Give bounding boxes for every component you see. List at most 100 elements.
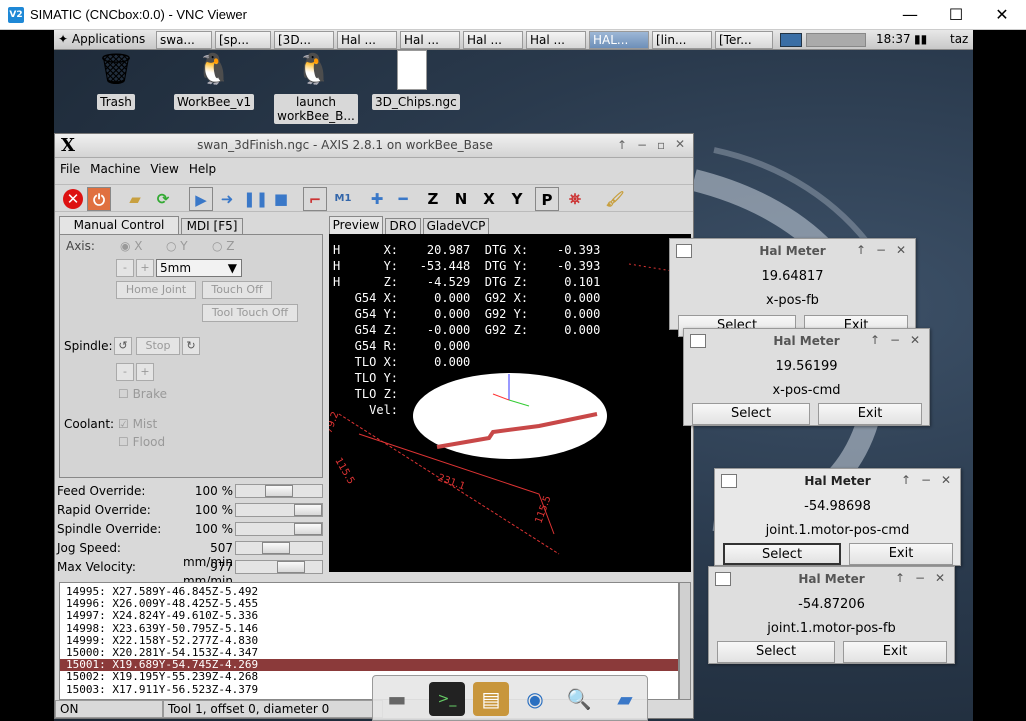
pause-icon[interactable]: ❚❚ (243, 187, 268, 211)
slider-handle[interactable] (262, 542, 291, 554)
open-file-icon[interactable]: ▰ (123, 187, 147, 211)
user-name[interactable]: taz (950, 32, 968, 46)
window-minimize-icon[interactable]: − (921, 473, 931, 487)
window-close-icon[interactable]: ✕ (675, 137, 685, 151)
terminal-icon[interactable]: >_ (429, 682, 465, 716)
menu-file[interactable]: File (55, 160, 85, 178)
slider-track[interactable] (235, 560, 323, 574)
task-button[interactable]: Hal ... (463, 31, 523, 49)
folder-icon[interactable]: ▰ (607, 682, 643, 716)
slider-handle[interactable] (294, 523, 322, 535)
menu-view[interactable]: View (145, 160, 183, 178)
window-up-icon[interactable]: ↑ (901, 473, 911, 487)
window-up-icon[interactable]: ↑ (617, 138, 627, 152)
slider-track[interactable] (235, 484, 323, 498)
optional-stop-icon[interactable]: M1 (331, 187, 355, 211)
task-button[interactable]: swa... (156, 31, 212, 49)
tab-preview[interactable]: Preview (329, 216, 383, 234)
task-button[interactable]: [lin... (652, 31, 712, 49)
preview-canvas[interactable]: 231.1 115.5 115.5 79.2 H X: 20.987 DTG X… (329, 234, 691, 572)
view-z2-icon[interactable]: N (449, 187, 473, 211)
slider-handle[interactable] (265, 485, 293, 497)
spindle-cw-icon[interactable]: ↻ (182, 337, 200, 355)
home-joint-button[interactable]: Home Joint (116, 281, 196, 299)
window-minimize-icon[interactable]: − (915, 571, 925, 585)
axis-radio-y[interactable]: ○ Y (166, 239, 188, 253)
task-button[interactable]: Hal ... (400, 31, 460, 49)
select-button[interactable]: Select (723, 543, 841, 565)
window-close-icon[interactable]: ✕ (941, 473, 951, 487)
slider-track[interactable] (235, 503, 323, 517)
spindle-slower-button[interactable]: - (116, 363, 134, 381)
file-manager-icon[interactable]: ▤ (473, 682, 509, 716)
rotate-view-icon[interactable]: ⛯ (563, 187, 587, 211)
axis-radio-x[interactable]: ◉ X (120, 239, 143, 253)
applications-menu[interactable]: ✦ Applications (58, 32, 145, 46)
zoom-in-icon[interactable]: ✚ (365, 187, 389, 211)
desktop-icon-workbee[interactable]: 🐧 WorkBee_v1 (174, 50, 255, 110)
workspace-switcher[interactable] (780, 33, 802, 47)
desktop-icon-trash[interactable]: 🗑 Trash (76, 50, 156, 110)
exit-button[interactable]: Exit (818, 403, 922, 425)
tool-touch-off-button[interactable]: Tool Touch Off (202, 304, 298, 322)
web-browser-icon[interactable]: ◉ (517, 682, 553, 716)
workspace-switcher-2[interactable] (806, 33, 866, 47)
step-icon[interactable]: ➜ (215, 187, 239, 211)
jog-minus-button[interactable]: - (116, 259, 134, 277)
task-button[interactable]: Hal ... (337, 31, 397, 49)
window-minimize-icon[interactable]: − (637, 138, 647, 152)
view-x-icon[interactable]: X (477, 187, 501, 211)
machine-power-icon[interactable]: ⏻ (87, 187, 111, 211)
zoom-out-icon[interactable]: ━ (391, 187, 415, 211)
touch-off-button[interactable]: Touch Off (202, 281, 272, 299)
window-up-icon[interactable]: ↑ (895, 571, 905, 585)
view-p-icon[interactable]: P (535, 187, 559, 211)
window-minimize-icon[interactable]: − (876, 243, 886, 257)
search-icon[interactable]: 🔍 (561, 682, 597, 716)
task-button[interactable]: Hal ... (526, 31, 586, 49)
window-maximize-icon[interactable]: ▫ (657, 138, 665, 152)
task-button[interactable]: [Ter... (715, 31, 773, 49)
tab-dro[interactable]: DRO (385, 218, 421, 234)
desktop-icon-launch-workbee[interactable]: 🐧 launch workBee_B... (274, 50, 358, 124)
reload-icon[interactable]: ⟳ (151, 187, 175, 211)
close-button[interactable]: ✕ (980, 4, 1024, 26)
exit-button[interactable]: Exit (843, 641, 947, 663)
flood-checkbox[interactable]: ☐ Flood (118, 435, 165, 449)
gcode-scrollbar[interactable] (679, 582, 691, 700)
view-y-icon[interactable]: Y (505, 187, 529, 211)
view-z-icon[interactable]: Z (421, 187, 445, 211)
menu-help[interactable]: Help (184, 160, 221, 178)
exit-button[interactable]: Exit (849, 543, 953, 565)
task-button[interactable]: [sp... (215, 31, 271, 49)
window-close-icon[interactable]: ✕ (935, 571, 945, 585)
slider-track[interactable] (235, 522, 323, 536)
select-button[interactable]: Select (717, 641, 835, 663)
clear-plot-icon[interactable]: 🖌 (603, 187, 627, 211)
spindle-stop-button[interactable]: Stop (136, 337, 180, 355)
window-minimize-icon[interactable]: − (890, 333, 900, 347)
minimize-button[interactable]: — (888, 4, 932, 26)
estop-icon[interactable]: ✕ (61, 187, 85, 211)
spindle-faster-button[interactable]: + (136, 363, 154, 381)
jog-plus-button[interactable]: + (136, 259, 154, 277)
jog-increment-select[interactable]: 5mm ▼ (156, 259, 242, 277)
window-up-icon[interactable]: ↑ (870, 333, 880, 347)
desktop-icon-3d-chips[interactable]: 3D_Chips.ngc (372, 50, 460, 110)
show-desktop-icon[interactable]: ▬ (379, 682, 415, 716)
block-delete-icon[interactable]: ⌐ (303, 187, 327, 211)
window-up-icon[interactable]: ↑ (856, 243, 866, 257)
task-button[interactable]: [3D... (274, 31, 334, 49)
maximize-button[interactable]: ☐ (934, 4, 978, 26)
mist-checkbox[interactable]: ☑ Mist (118, 417, 157, 431)
slider-track[interactable] (235, 541, 323, 555)
tab-gladevcp[interactable]: GladeVCP (423, 218, 489, 234)
axis-radio-z[interactable]: ○ Z (212, 239, 235, 253)
slider-handle[interactable] (294, 504, 322, 516)
spindle-ccw-icon[interactable]: ↺ (114, 337, 132, 355)
tab-mdi[interactable]: MDI [F5] (181, 218, 243, 234)
select-button[interactable]: Select (692, 403, 810, 425)
tab-manual-control[interactable]: Manual Control [F3] (59, 216, 179, 248)
window-close-icon[interactable]: ✕ (896, 243, 906, 257)
slider-handle[interactable] (276, 561, 305, 573)
